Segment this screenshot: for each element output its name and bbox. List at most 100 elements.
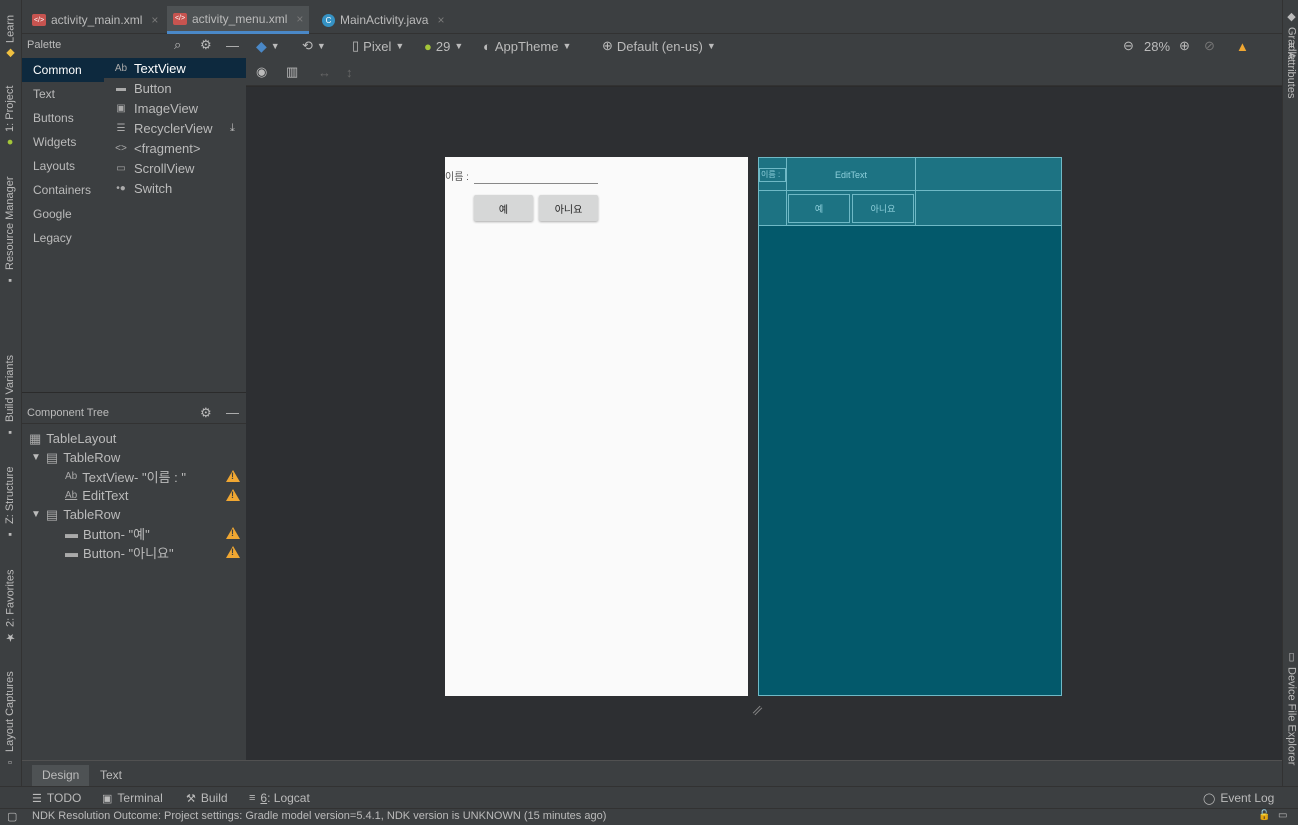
resource-manager-tool-button[interactable]: ▪ Resource Manager xyxy=(4,170,16,286)
learn-tool-button[interactable]: ◆ Learn xyxy=(4,10,18,60)
eye-icon: ◉ xyxy=(256,64,268,79)
tab-activity-main[interactable]: </> activity_main.xml × xyxy=(26,6,164,34)
android-icon: ● xyxy=(424,38,432,54)
project-tool-button[interactable]: ● 1: Project xyxy=(4,78,16,148)
design-surface-button[interactable]: ◆ ▼ xyxy=(256,34,280,58)
api-level-selector[interactable]: ● 29 ▼ xyxy=(424,34,463,58)
minimize-icon[interactable]: — xyxy=(226,405,239,420)
event-log-icon: ◯ xyxy=(1203,792,1216,805)
warning-icon[interactable] xyxy=(226,489,240,501)
gear-icon[interactable]: ⚙ xyxy=(200,405,212,421)
zoom-out-button[interactable]: ⊖ xyxy=(1123,34,1134,58)
preview-yes-button[interactable]: 예 xyxy=(474,195,533,221)
collapse-arrow-icon[interactable]: ▼ xyxy=(31,509,41,520)
tree-node-tablerow-2[interactable]: ▼ ▤ TableRow xyxy=(31,505,120,524)
palette-item-fragment[interactable]: <> <fragment> xyxy=(104,138,246,158)
palette-item-textview[interactable]: Ab TextView xyxy=(104,58,246,78)
palette-category-widgets[interactable]: Widgets xyxy=(22,130,104,154)
palette-category-buttons[interactable]: Buttons xyxy=(22,106,104,130)
structure-tool-button[interactable]: ▪ Z: Structure xyxy=(4,460,16,540)
blueprint-yes-button[interactable]: 예 xyxy=(788,194,850,223)
build-tool-button[interactable]: ⚒ Build xyxy=(186,789,228,807)
table-layout-icon: ▦ xyxy=(29,430,42,446)
tree-node-textview[interactable]: Ab TextView- "이름 : " xyxy=(65,467,186,486)
tab-text[interactable]: Text xyxy=(90,765,132,787)
blueprint-edittext[interactable]: EditText xyxy=(786,158,916,191)
theme-icon: ◐ xyxy=(483,38,491,54)
collapse-arrow-icon[interactable]: ▼ xyxy=(31,452,41,463)
tab-main-activity[interactable]: C MainActivity.java × xyxy=(316,6,451,34)
palette-category-legacy[interactable]: Legacy xyxy=(22,226,104,250)
search-icon[interactable]: ⌕ xyxy=(174,37,181,53)
locale-selector[interactable]: ⊕ Default (en-us) ▼ xyxy=(602,34,716,58)
warning-icon[interactable] xyxy=(226,470,240,482)
tab-design[interactable]: Design xyxy=(32,765,90,787)
tree-node-button-no[interactable]: ▬ Button- "아니요" xyxy=(65,543,174,562)
palette-category-google[interactable]: Google xyxy=(22,202,104,226)
palette-category-layouts[interactable]: Layouts xyxy=(22,154,104,178)
gear-icon[interactable]: ⚙ xyxy=(200,37,212,53)
palette-item-switch[interactable]: •● Switch xyxy=(104,178,246,198)
download-icon[interactable]: ⤓ xyxy=(230,122,235,135)
warning-icon[interactable] xyxy=(226,527,240,539)
warnings-button[interactable]: ▲ xyxy=(1236,34,1249,58)
event-log-tool-button[interactable]: ◯ Event Log xyxy=(1203,789,1274,807)
tree-node-tablerow-1[interactable]: ▼ ▤ TableRow xyxy=(31,448,120,467)
device-file-explorer-tool-button[interactable]: ▯ Device File Explorer xyxy=(1285,650,1298,772)
toggle-tool-windows-icon[interactable]: ▢ xyxy=(7,810,17,823)
build-variants-tool-button[interactable]: ▪ Build Variants xyxy=(4,348,16,438)
palette-item-recyclerview[interactable]: ☰ RecyclerView ⤓ xyxy=(104,118,246,138)
attributes-tool-button[interactable]: ≡ Attributes xyxy=(1285,42,1297,112)
zoom-level: 28% xyxy=(1144,38,1171,54)
vertical-resize-button[interactable]: ↕ xyxy=(346,60,353,84)
palette-item-imageview[interactable]: ▣ ImageView xyxy=(104,98,246,118)
theme-selector[interactable]: ◐ AppTheme ▼ xyxy=(483,34,571,58)
button-icon: ▬ xyxy=(65,545,78,560)
device-selector[interactable]: ▯ Pixel ▼ xyxy=(352,34,404,58)
tree-node-tablelayout[interactable]: ▦ TableLayout xyxy=(29,429,116,448)
button-icon: ▬ xyxy=(65,526,78,541)
terminal-icon: ▣ xyxy=(102,792,113,805)
preview-name-label[interactable]: 이름 : xyxy=(445,168,469,183)
close-icon[interactable]: × xyxy=(151,13,158,27)
tree-node-edittext[interactable]: Ab EditText xyxy=(65,486,128,505)
blueprint-divider xyxy=(915,191,916,226)
minimize-icon[interactable]: — xyxy=(226,38,239,53)
orientation-button[interactable]: ⟲ ▼ xyxy=(302,34,326,58)
zoom-in-button[interactable]: ⊕ xyxy=(1179,34,1190,58)
editor-mode-tabs: Design Text xyxy=(22,760,1282,787)
warning-icon[interactable] xyxy=(226,546,240,558)
preview-no-button[interactable]: 아니요 xyxy=(539,195,598,221)
terminal-tool-button[interactable]: ▣ Terminal xyxy=(102,789,163,807)
preview-edittext[interactable] xyxy=(474,183,598,184)
palette-item-scrollview[interactable]: ▭ ScrollView xyxy=(104,158,246,178)
phone-icon: ▯ xyxy=(352,38,360,53)
blueprint-view[interactable]: 이름 : EditText 예 아니요 xyxy=(758,157,1062,696)
close-icon[interactable]: × xyxy=(437,13,444,27)
palette-category-common[interactable]: Common xyxy=(22,58,104,82)
blueprint-no-button[interactable]: 아니요 xyxy=(852,194,914,223)
close-icon[interactable]: × xyxy=(296,12,303,26)
logcat-tool-button[interactable]: ≡ 6: Logcat xyxy=(249,789,310,807)
horizontal-resize-button[interactable]: ↔ xyxy=(318,60,331,84)
memory-icon[interactable]: ▭ xyxy=(1278,810,1287,821)
switch-icon: •● xyxy=(116,182,126,194)
design-preview[interactable]: 이름 : 예 아니요 xyxy=(445,157,748,696)
attributes-icon: ≡ xyxy=(1285,42,1297,49)
panel-splitter[interactable] xyxy=(22,392,246,402)
zoom-fit-button[interactable]: ⊘ xyxy=(1204,34,1215,58)
blueprint-name-label[interactable]: 이름 : xyxy=(759,168,786,182)
layout-captures-tool-button[interactable]: ▫ Layout Captures xyxy=(4,664,16,768)
tab-activity-menu[interactable]: </> activity_menu.xml × xyxy=(167,6,310,34)
todo-tool-button[interactable]: ☰ TODO xyxy=(32,789,81,807)
warning-icon: ▲ xyxy=(1236,38,1249,54)
palette-item-button[interactable]: ▬ Button xyxy=(104,78,246,98)
palette-category-containers[interactable]: Containers xyxy=(22,178,104,202)
palette-category-text[interactable]: Text xyxy=(22,82,104,106)
lock-icon[interactable]: 🔓 xyxy=(1258,810,1270,821)
columns-icon: ▥ xyxy=(286,64,299,79)
tree-node-button-yes[interactable]: ▬ Button- "예" xyxy=(65,524,150,543)
split-view-button[interactable]: ▥ xyxy=(286,60,298,84)
view-options-button[interactable]: ◉ xyxy=(256,60,267,84)
favorites-tool-button[interactable]: ★ 2: Favorites xyxy=(4,562,18,644)
